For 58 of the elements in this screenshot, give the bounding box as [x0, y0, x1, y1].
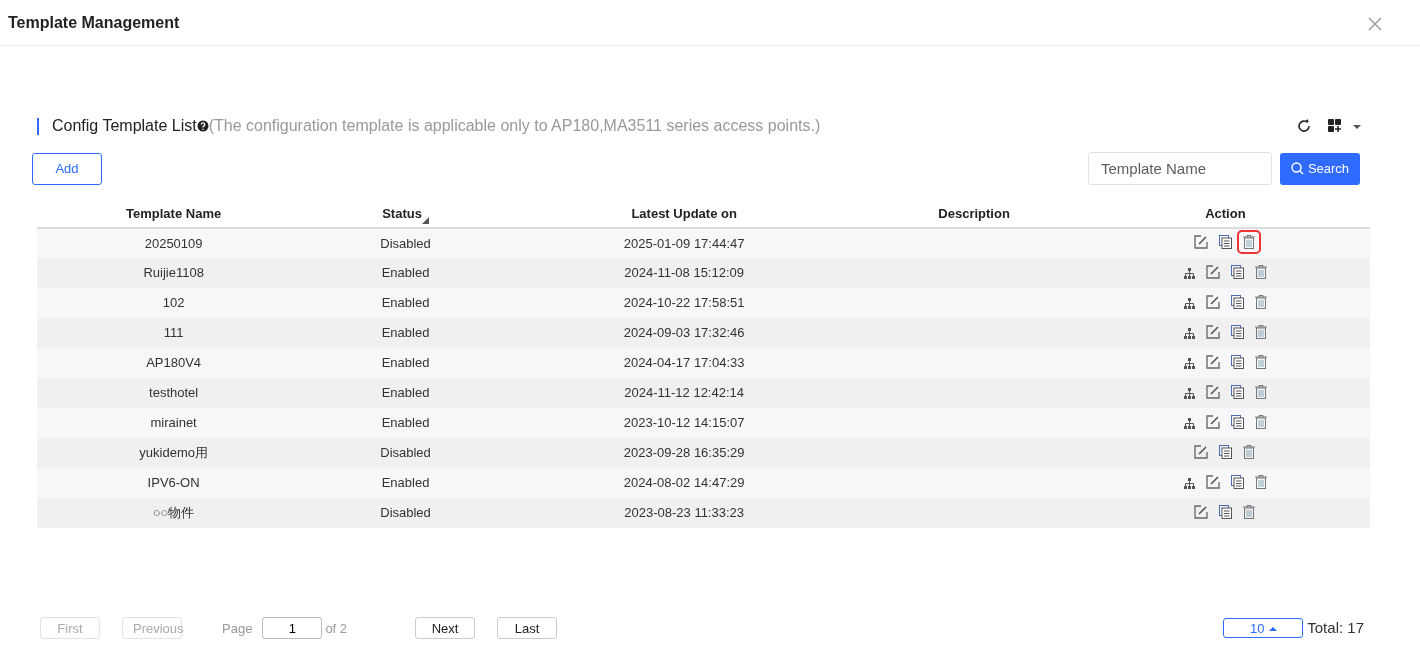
table-cell: testhotel [37, 378, 311, 408]
page-button[interactable]: Next [415, 617, 476, 640]
table-cell: 20250109 [37, 228, 311, 258]
table-cell: 2024-04-17 17:04:33 [500, 348, 868, 378]
refresh-icon[interactable] [1296, 118, 1312, 134]
page-size-select[interactable]: 10 [1223, 618, 1304, 639]
trash-icon[interactable] [1239, 232, 1260, 253]
table-cell: Enabled [310, 288, 501, 318]
grid-menu-icon[interactable] [1328, 119, 1362, 133]
window-title: Template Management [8, 12, 180, 33]
table-cell: AP180V4 [37, 348, 311, 378]
table-cell: 2024-10-22 17:58:51 [500, 288, 868, 318]
table-cell: Enabled [310, 348, 501, 378]
help-icon[interactable] [196, 120, 209, 132]
close-icon [1368, 16, 1382, 31]
page-count: of 2 [325, 619, 348, 638]
table-cell: 102 [37, 288, 311, 318]
page-button[interactable]: Last [497, 617, 558, 640]
table-cell: ○○物件 [37, 498, 311, 528]
table-cell: yukidemo用 [37, 438, 311, 468]
title-accent-bar [37, 117, 39, 135]
caret-icon [1268, 625, 1277, 631]
column-header: Action [1205, 206, 1246, 222]
search-field[interactable]: Template Name [1088, 152, 1272, 185]
table-cell: Enabled [310, 318, 501, 348]
table-cell: Disabled [310, 228, 501, 258]
table-cell: 2024-11-12 12:42:14 [500, 378, 868, 408]
table-cell: Enabled [310, 378, 501, 408]
table-cell: Enabled [310, 468, 501, 498]
table-cell: Disabled [310, 498, 501, 528]
table-cell: 2024-08-02 14:47:29 [500, 468, 868, 498]
section-title: Config Template List [52, 116, 197, 136]
table-cell: 2024-09-03 17:32:46 [500, 318, 868, 348]
page-label: Page [222, 619, 253, 638]
column-header: Status [382, 206, 422, 221]
column-header: Description [938, 206, 1010, 222]
table-cell: Disabled [310, 438, 501, 468]
column-header: Latest Update on [631, 206, 737, 222]
table-cell: 2024-11-08 15:12:09 [500, 258, 868, 288]
page-button: Previous [122, 617, 182, 640]
page-number-field[interactable]: 1 [262, 617, 323, 640]
section-note: (The configuration template is applicable only to AP180,MA3511 series access points.) [208, 116, 821, 136]
search-button[interactable]: Search [1280, 152, 1360, 185]
table-cell: Enabled [310, 258, 501, 288]
column-header: Template Name [126, 206, 222, 222]
table-cell: 2025-01-09 17:44:47 [500, 228, 868, 258]
table-cell: mirainet [37, 408, 311, 438]
table-cell: Enabled [310, 408, 501, 438]
page-button: First [40, 617, 100, 640]
table-cell: Ruijie1108 [37, 258, 311, 288]
table-cell: 2023-08-23 11:33:23 [500, 498, 868, 528]
total-count: Total: 17 [1307, 618, 1364, 638]
search-icon [1290, 162, 1304, 175]
table-cell: IPV6-ON [37, 468, 311, 498]
add-button[interactable]: Add [32, 152, 102, 185]
table-cell: 2023-10-12 14:15:07 [500, 408, 868, 438]
table-cell: 111 [37, 318, 311, 348]
table-cell: 2023-09-28 16:35:29 [500, 438, 868, 468]
